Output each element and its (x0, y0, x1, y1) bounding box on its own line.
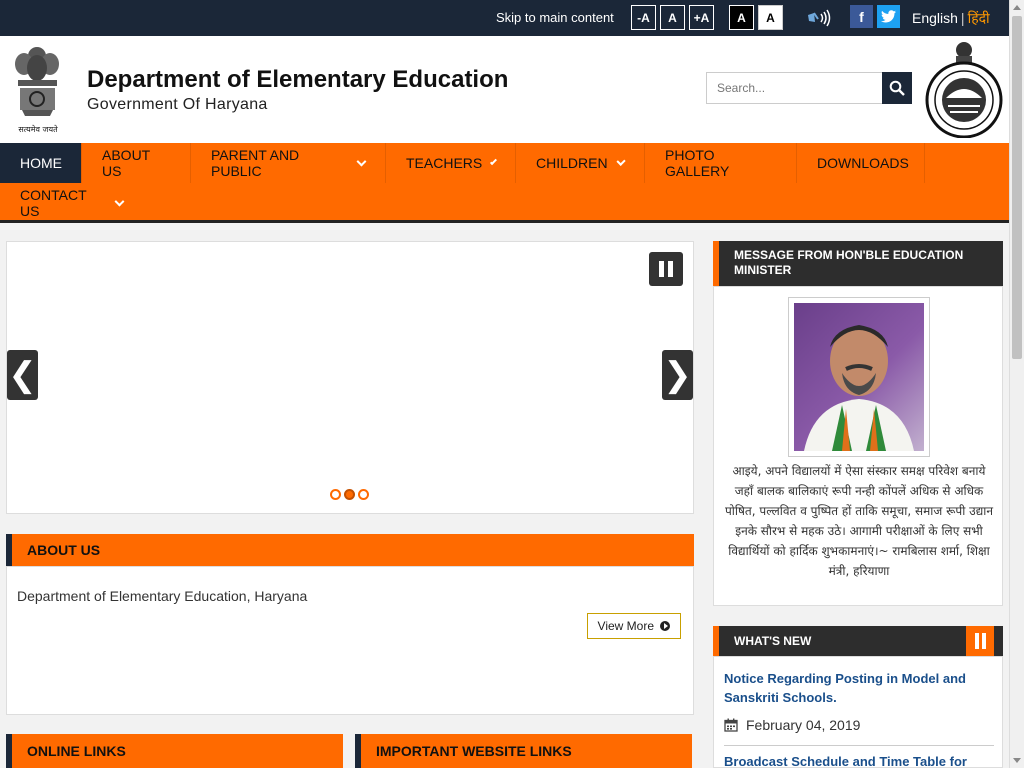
slider-next-button[interactable]: ❯ (662, 350, 693, 400)
page-scrollbar[interactable] (1009, 0, 1024, 768)
nav-downloads-label: DOWNLOADS (817, 155, 909, 171)
nav-parent-and-public-label: PARENT AND PUBLIC (211, 147, 300, 179)
language-separator: | (960, 10, 965, 26)
haryana-seal-logo (924, 40, 1004, 139)
calendar-icon (724, 718, 738, 732)
slider-dot[interactable] (358, 489, 369, 500)
light-contrast-button[interactable]: A (758, 5, 783, 30)
slider-dot-active[interactable] (344, 489, 355, 500)
nav-contact-us[interactable]: CONTACT US (0, 183, 143, 223)
online-links-heading: ONLINE LINKS (6, 734, 343, 768)
nav-about-us-label: ABOUT US (102, 147, 150, 179)
minister-message-heading: MESSAGE FROM HON'BLE EDUCATION MINISTER (713, 241, 1003, 286)
font-normal-button[interactable]: A (660, 5, 685, 30)
nav-photo-gallery-label: PHOTO GALLERY (665, 147, 730, 179)
news-pause-button[interactable] (966, 626, 994, 656)
font-decrease-button[interactable]: -A (631, 5, 656, 30)
about-us-panel: Department of Elementary Education, Hary… (6, 566, 694, 715)
nav-teachers[interactable]: TEACHERS (386, 143, 516, 183)
facebook-icon[interactable]: f (850, 5, 873, 28)
nav-home-label: HOME (20, 155, 62, 171)
about-us-text: Department of Elementary Education, Hary… (17, 588, 308, 604)
dark-contrast-button[interactable]: A (729, 5, 754, 30)
minister-photo (788, 297, 930, 457)
whats-new-title: WHAT'S NEW (734, 634, 812, 648)
search-input[interactable] (706, 72, 883, 104)
whats-new-panel: Notice Regarding Posting in Model and Sa… (713, 656, 1003, 768)
top-utility-bar: Skip to main content -A A +A A A f Engli… (0, 0, 1009, 36)
nav-teachers-label: TEACHERS (406, 155, 483, 171)
emblem-motto: सत्यमेव जयते (18, 125, 58, 134)
search-icon (889, 80, 905, 96)
chevron-down-icon (616, 156, 626, 166)
site-header: सत्यमेव जयते Department of Elementary Ed… (0, 36, 1009, 143)
language-switcher: English | हिंदी (912, 9, 990, 28)
minister-message-text: आइये, अपने विद्यालयों में ऐसा संस्कार सम… (724, 464, 994, 578)
font-increase-button[interactable]: +A (689, 5, 714, 30)
site-subtitle: Government Of Haryana (87, 96, 268, 113)
nav-contact-us-label: CONTACT US (20, 187, 87, 219)
chevron-down-icon (356, 156, 367, 166)
chevron-down-icon (114, 196, 125, 206)
nav-photo-gallery[interactable]: PHOTO GALLERY (645, 143, 797, 183)
slider-dots (330, 489, 369, 500)
hindi-link[interactable]: हिंदी (968, 10, 990, 26)
nav-children[interactable]: CHILDREN (516, 143, 645, 183)
nav-about-us[interactable]: ABOUT US (82, 143, 191, 183)
nav-home[interactable]: HOME (0, 143, 82, 183)
slider-dot[interactable] (330, 489, 341, 500)
nav-children-label: CHILDREN (536, 155, 608, 171)
news-item-date: February 04, 2019 (724, 717, 860, 733)
scroll-down-arrow-icon[interactable] (1013, 758, 1021, 763)
news-item-date-text: February 04, 2019 (746, 717, 861, 733)
skip-to-main-link[interactable]: Skip to main content (496, 10, 614, 25)
whats-new-heading: WHAT'S NEW (713, 626, 1003, 656)
about-us-heading: ABOUT US (6, 534, 694, 566)
twitter-icon[interactable] (877, 5, 900, 28)
nav-parent-and-public[interactable]: PARENT AND PUBLIC (191, 143, 386, 183)
slider-pause-button[interactable] (649, 252, 683, 286)
main-navigation: HOME ABOUT US PARENT AND PUBLIC TEACHERS… (0, 143, 1009, 223)
slider-prev-button[interactable]: ❮ (7, 350, 38, 400)
minister-message-panel: आइये, अपने विद्यालयों में ऐसा संस्कार सम… (713, 286, 1003, 606)
scrollbar-thumb[interactable] (1012, 16, 1022, 359)
view-more-label: View More (597, 619, 654, 633)
arrow-circle-icon (660, 621, 670, 631)
scroll-up-arrow-icon[interactable] (1013, 5, 1021, 10)
nav-downloads[interactable]: DOWNLOADS (797, 143, 925, 183)
site-title[interactable]: Department of Elementary Education (87, 66, 508, 94)
search-button[interactable] (882, 72, 912, 104)
image-slider: ❮ ❯ (6, 241, 694, 514)
news-item-link[interactable]: Notice Regarding Posting in Model and Sa… (724, 669, 994, 707)
news-item-link[interactable]: Broadcast Schedule and Time Table for (724, 752, 994, 767)
important-links-heading: IMPORTANT WEBSITE LINKS (355, 734, 692, 768)
screen-reader-icon[interactable] (806, 9, 832, 27)
national-emblem-logo: सत्यमेव जयते (10, 44, 65, 136)
news-divider (724, 745, 994, 746)
chevron-down-icon (490, 157, 498, 165)
english-link[interactable]: English (912, 10, 958, 26)
view-more-button[interactable]: View More (586, 613, 681, 639)
